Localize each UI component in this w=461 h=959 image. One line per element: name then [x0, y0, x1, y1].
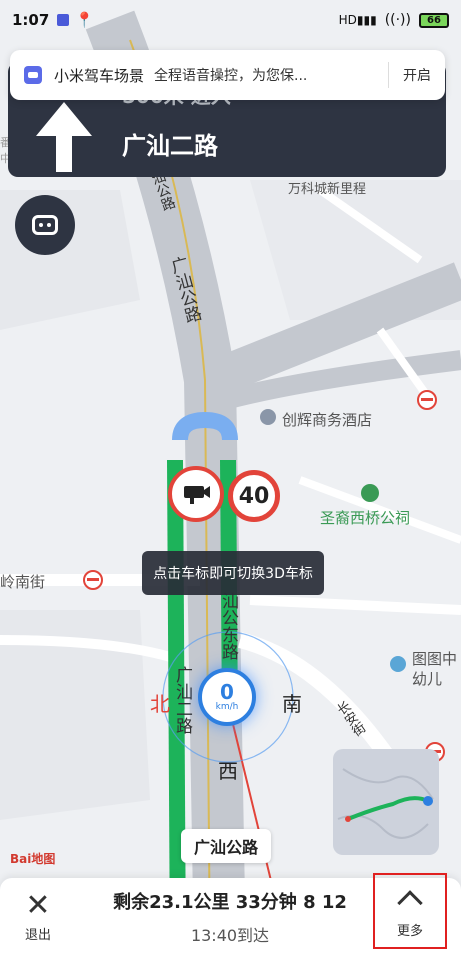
current-speed: 0 — [220, 680, 234, 704]
more-button[interactable]: 更多 — [373, 873, 447, 949]
car-position-marker[interactable]: 0 km/h — [198, 668, 256, 726]
label-lingnan-street: 岭南街 — [0, 573, 46, 591]
voice-assistant-button[interactable] — [15, 195, 75, 255]
notification-app-icon — [57, 14, 70, 26]
close-icon: ✕ — [25, 888, 51, 923]
exit-label: 退出 — [24, 928, 51, 943]
label-hotel: 创辉商务酒店 — [282, 411, 373, 429]
speed-limit-sign: 40 — [228, 470, 280, 522]
notification-banner[interactable]: 小米驾车场景 全程语音操控，为您保... 开启 — [10, 50, 445, 100]
notification-message: 全程语音操控，为您保... — [154, 68, 308, 84]
status-bar: 1:07 📍 HD▮▮▮ ((·)) 66 — [0, 0, 461, 40]
signal-icon: HD▮▮▮ — [338, 13, 377, 27]
car-app-icon — [24, 66, 42, 84]
battery-icon: 66 — [419, 12, 449, 28]
guide-road-name: 广汕二路 — [122, 132, 218, 160]
current-road-name: 广汕公路 — [193, 838, 258, 857]
enable-button[interactable]: 开启 — [403, 65, 431, 85]
more-label: 更多 — [396, 923, 423, 939]
divider — [388, 62, 389, 88]
speed-camera-marker — [168, 466, 224, 522]
notification-title: 小米驾车场景 — [54, 66, 145, 85]
compass-south: 南 — [282, 692, 302, 716]
label-guangshan-2: 广汕二路 — [172, 666, 192, 734]
robot-icon — [32, 215, 58, 235]
label-vanke: 万科城新里程 — [288, 182, 367, 197]
label-kindergarten-1: 图图中 — [412, 650, 458, 668]
camera-icon — [184, 486, 210, 504]
speed-limit-value: 40 — [238, 483, 270, 509]
compass-west: 西 — [218, 759, 238, 783]
speed-unit: km/h — [215, 702, 239, 712]
label-guangshan-east: 汕公东路 — [218, 592, 238, 660]
baidu-map-logo: Bai地图 — [10, 852, 56, 866]
label-park: 圣裔西桥公祠 — [320, 509, 411, 527]
remaining-distance-time: 剩余23.1公里 33分钟 8 12 — [113, 892, 347, 913]
overview-route — [337, 768, 434, 839]
status-time: 1:07 — [12, 11, 50, 29]
status-right: HD▮▮▮ ((·)) 66 — [339, 12, 449, 28]
tooltip-text: 点击车标即可切换3D车标 — [153, 566, 313, 582]
car-icon-tooltip: 点击车标即可切换3D车标 — [142, 551, 324, 595]
wifi-icon: ((·)) — [384, 12, 411, 28]
chevron-up-icon — [397, 889, 423, 916]
compass-north: 北 — [150, 692, 170, 716]
arrival-time: 13:40到达 — [190, 926, 270, 945]
label-kindergarten-2: 幼儿 — [412, 670, 443, 688]
exit-button[interactable]: ✕ 退出 — [14, 890, 62, 946]
location-pin-icon: 📍 — [75, 11, 94, 29]
trip-summary[interactable]: 剩余23.1公里 33分钟 8 12 13:40到达 — [100, 888, 360, 946]
overview-mini-map[interactable] — [333, 749, 439, 855]
current-road-label: 广汕公路 — [181, 829, 271, 863]
status-icons: 📍 — [57, 11, 94, 29]
straight-arrow-icon — [36, 102, 92, 172]
